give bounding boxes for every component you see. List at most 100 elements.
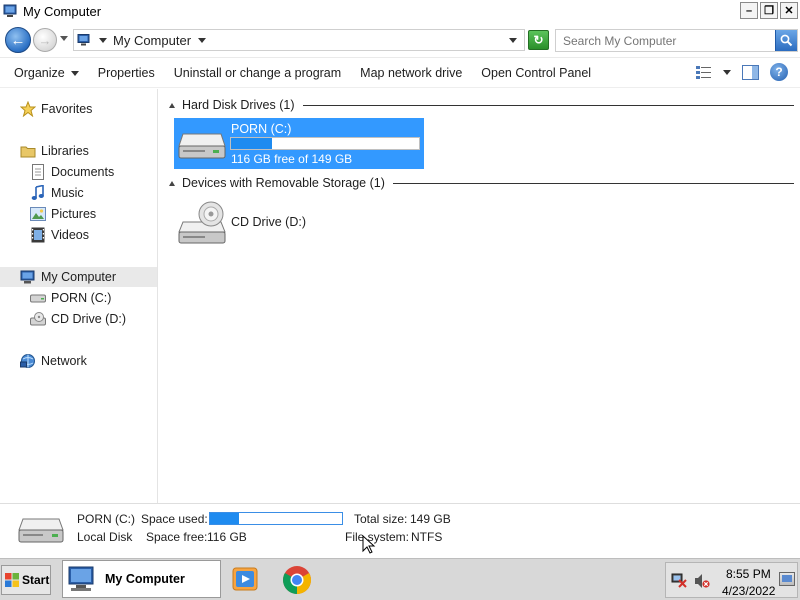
details-space-free-value: 116 GB: [207, 530, 247, 544]
nav-item-videos[interactable]: Videos: [0, 225, 157, 245]
group-title: Devices with Removable Storage (1): [182, 176, 385, 190]
picture-icon: [30, 206, 46, 222]
breadcrumb[interactable]: My Computer: [113, 33, 191, 48]
back-button[interactable]: ←: [5, 27, 31, 53]
taskbar-button-label: My Computer: [105, 572, 185, 586]
show-desktop-icon: [782, 575, 792, 582]
organize-menu[interactable]: Organize: [14, 66, 79, 80]
nav-item-drive-d[interactable]: CD Drive (D:): [0, 309, 157, 329]
forward-arrow-icon: →: [38, 32, 52, 48]
network-disconnected-icon[interactable]: [671, 572, 687, 588]
taskbar-pinned-chrome[interactable]: [282, 565, 312, 595]
hard-drive-icon: [18, 518, 64, 543]
details-space-used-label: Space used:: [141, 512, 208, 526]
command-bar: Organize Properties Uninstall or change …: [0, 58, 800, 88]
clock-time[interactable]: 8:55 PM: [726, 567, 771, 581]
nav-label: My Computer: [41, 270, 117, 284]
maximize-button[interactable]: ❐: [760, 2, 778, 19]
nav-item-favorites[interactable]: Favorites: [0, 99, 157, 119]
details-drive-type: Local Disk: [77, 530, 133, 544]
uninstall-program-button[interactable]: Uninstall or change a program: [174, 66, 341, 80]
nav-item-pictures[interactable]: Pictures: [0, 204, 157, 224]
details-file-system-value: NTFS: [411, 530, 443, 544]
forward-button[interactable]: →: [33, 28, 57, 52]
details-file-system-label: File system:: [345, 530, 410, 544]
close-button[interactable]: ✕: [780, 2, 798, 19]
collapse-caret-icon: [169, 102, 175, 108]
drive-usage-fill: [231, 138, 273, 149]
system-tray: 8:55 PM 4/23/2022: [665, 562, 798, 598]
group-divider: [302, 104, 794, 106]
crumb-root-chevron[interactable]: [99, 37, 107, 43]
details-space-free-label: Space free:: [146, 530, 208, 544]
crumb-chevron[interactable]: [198, 37, 207, 43]
music-note-icon: [30, 185, 46, 201]
nav-label: PORN (C:): [51, 291, 112, 305]
hard-drive-icon: [30, 290, 46, 306]
minimize-button[interactable]: –: [740, 2, 758, 19]
search-box: [555, 29, 798, 52]
group-divider: [392, 182, 794, 184]
speaker-muted-icon[interactable]: [694, 573, 710, 589]
show-desktop-button[interactable]: [779, 572, 795, 586]
nav-label: Videos: [51, 228, 89, 242]
star-icon: [20, 101, 36, 117]
views-dropdown[interactable]: [723, 69, 731, 75]
taskbar-button-my-computer[interactable]: My Computer: [62, 560, 221, 598]
window-title: My Computer: [23, 3, 102, 19]
nav-item-network[interactable]: Network: [0, 351, 157, 371]
back-arrow-icon: ←: [10, 31, 26, 49]
computer-icon: [68, 566, 94, 591]
details-pane: PORN (C:) Space used: Total size: 149 GB…: [0, 503, 800, 558]
nav-item-drive-c[interactable]: PORN (C:): [0, 288, 157, 308]
search-input[interactable]: [556, 30, 766, 51]
mouse-cursor-icon: [362, 535, 376, 554]
organize-label: Organize: [14, 65, 65, 80]
chrome-icon: [283, 566, 311, 594]
computer-icon: [20, 269, 36, 285]
address-dropdown[interactable]: [509, 38, 517, 43]
collapse-caret-icon: [169, 180, 175, 186]
map-network-drive-button[interactable]: Map network drive: [360, 66, 462, 80]
group-header-removable-storage[interactable]: Devices with Removable Storage (1): [159, 174, 794, 192]
details-usage-bar: [209, 512, 343, 525]
chevron-down-icon: [70, 70, 79, 76]
address-bar[interactable]: My Computer: [73, 29, 525, 51]
cd-drive-icon: [30, 311, 46, 327]
computer-icon: [77, 34, 90, 46]
taskbar: Start My Computer 8:55 PM 4/23/2022: [0, 558, 800, 600]
nav-label: Network: [41, 354, 87, 368]
film-icon: [30, 227, 46, 243]
search-button[interactable]: [775, 30, 797, 51]
nav-item-music[interactable]: Music: [0, 183, 157, 203]
cd-drive-icon: [178, 201, 226, 244]
preview-pane-icon[interactable]: [742, 64, 759, 80]
clock-date[interactable]: 4/23/2022: [722, 584, 775, 598]
drive-usage-bar: [230, 137, 420, 150]
document-icon: [30, 164, 46, 180]
refresh-button[interactable]: ↻: [528, 30, 549, 50]
nav-item-documents[interactable]: Documents: [0, 162, 157, 182]
nav-item-libraries[interactable]: Libraries: [0, 141, 157, 161]
group-header-hard-disk-drives[interactable]: Hard Disk Drives (1): [159, 96, 794, 114]
details-total-size-label: Total size:: [354, 512, 408, 526]
navigation-pane: Favorites Libraries Documents Music Pict…: [0, 89, 158, 503]
start-button[interactable]: Start: [1, 565, 51, 595]
group-title: Hard Disk Drives (1): [182, 98, 295, 112]
recent-pages-dropdown[interactable]: [60, 36, 68, 41]
views-icon[interactable]: [696, 65, 712, 79]
help-icon[interactable]: ?: [770, 63, 788, 81]
nav-item-my-computer[interactable]: My Computer: [0, 267, 157, 287]
properties-button[interactable]: Properties: [98, 66, 155, 80]
nav-label: Pictures: [51, 207, 97, 221]
folder-icon: [20, 143, 36, 159]
taskbar-pinned-media-player[interactable]: [231, 565, 261, 595]
details-usage-fill: [210, 513, 240, 524]
open-control-panel-button[interactable]: Open Control Panel: [481, 66, 591, 80]
title-bar: My Computer – ❐ ✕: [0, 0, 800, 22]
details-drive-name: PORN (C:): [77, 512, 135, 526]
drive-tile-c[interactable]: PORN (C:) 116 GB free of 149 GB: [174, 118, 424, 169]
drive-name: PORN (C:): [231, 122, 292, 136]
drive-tile-d[interactable]: CD Drive (D:): [174, 197, 424, 247]
hard-drive-icon: [178, 133, 226, 159]
